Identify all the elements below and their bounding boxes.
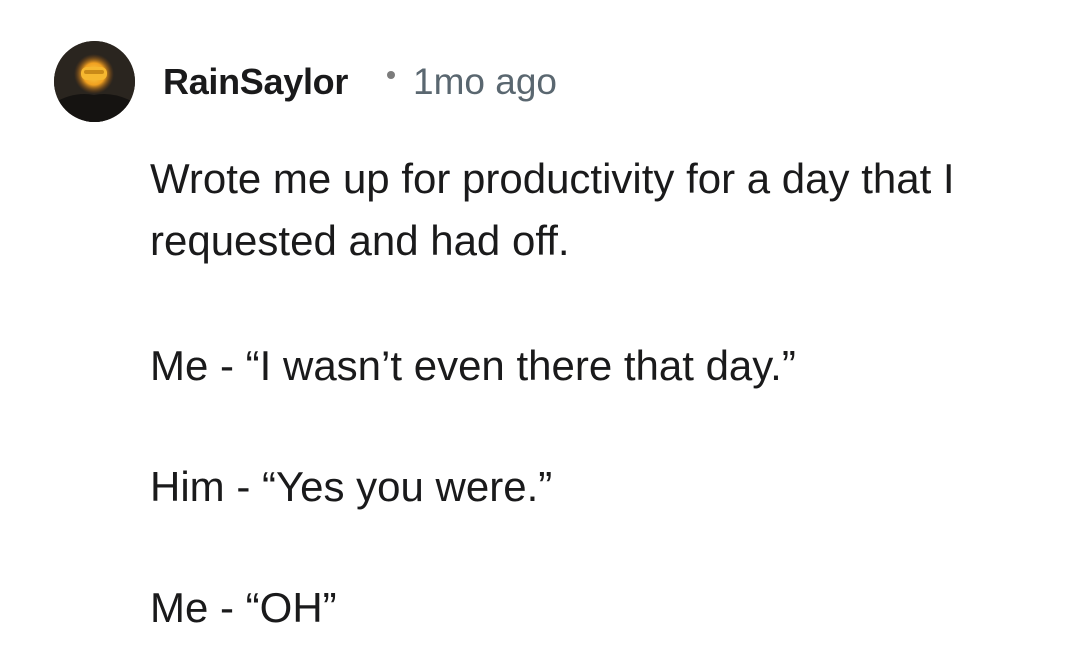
comment-paragraph: Him - “Yes you were.” (150, 463, 553, 510)
separator-dot (387, 71, 395, 79)
user-avatar-icon[interactable] (54, 41, 135, 122)
comment-paragraph: Me - “OH” (150, 584, 337, 631)
comment: RainSaylor 1mo ago Wrote me up for produ… (0, 0, 1079, 668)
timestamp: 1mo ago (413, 61, 557, 102)
username[interactable]: RainSaylor (163, 60, 348, 104)
comment-body: Wrote me up for productivity for a day t… (150, 148, 1050, 639)
comment-paragraph: Wrote me up for productivity for a day t… (150, 155, 955, 264)
comment-paragraph: Me - “I wasn’t even there that day.” (150, 342, 796, 389)
